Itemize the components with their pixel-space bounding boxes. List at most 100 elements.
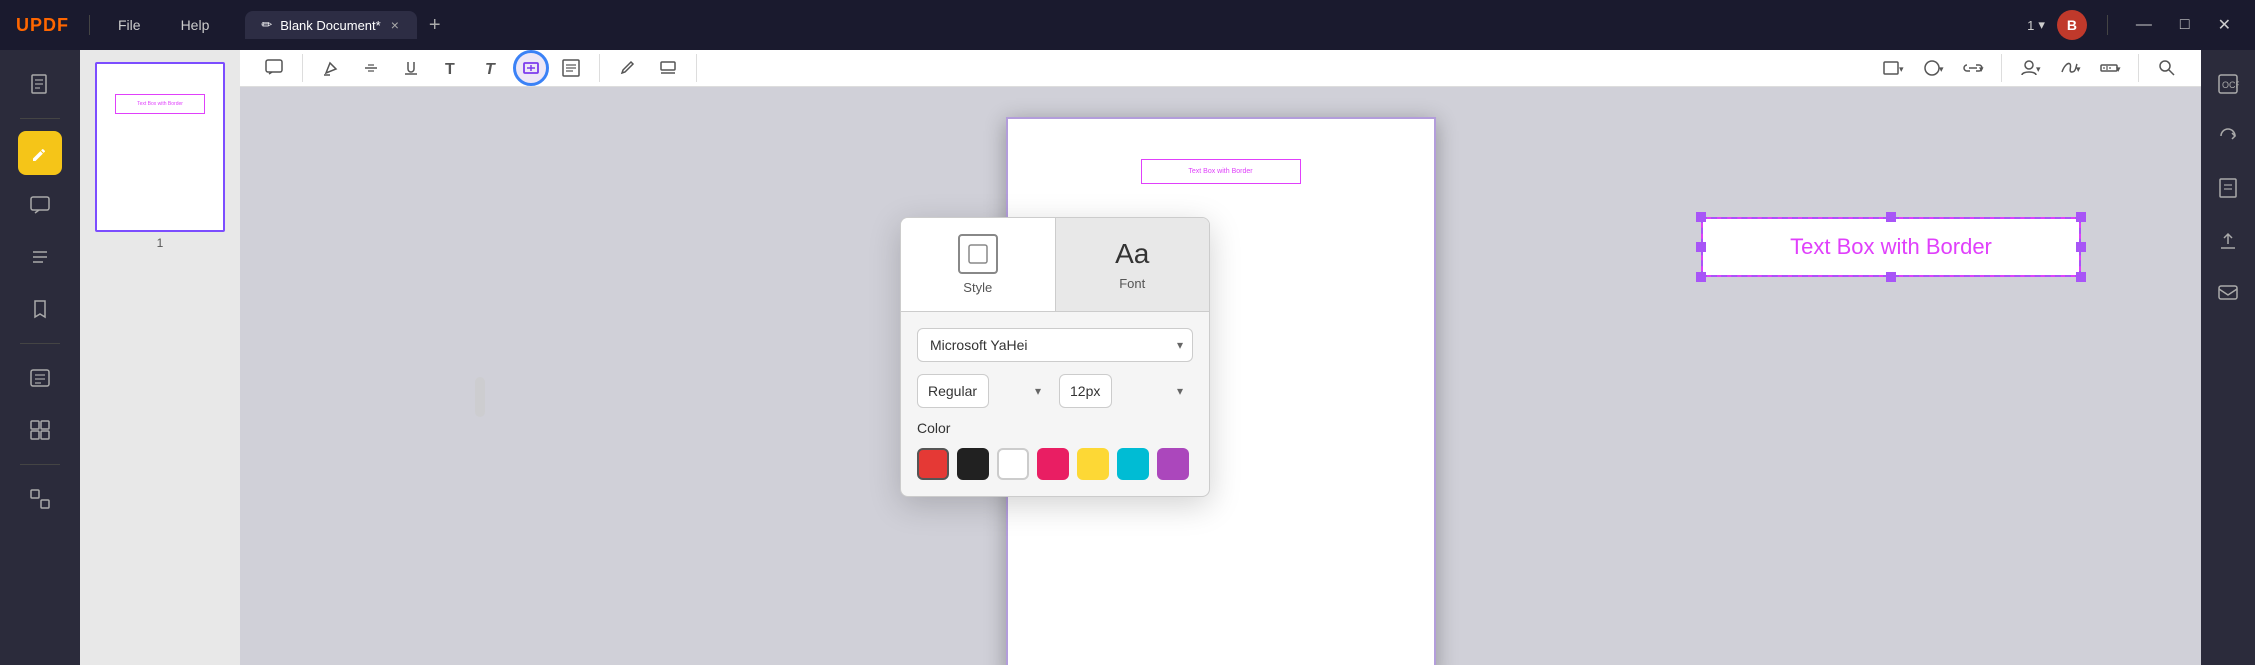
tool-ruler[interactable]: ▾	[2092, 50, 2128, 86]
right-sidebar-ocr[interactable]: OCR	[2206, 62, 2250, 106]
font-size-select[interactable]: 12px	[1059, 374, 1112, 408]
font-tab-aa: Aa	[1115, 238, 1149, 270]
sidebar-sep-3	[20, 464, 60, 465]
handle-bm[interactable]	[1886, 272, 1896, 282]
tool-rect[interactable]: ▾	[1875, 50, 1911, 86]
selected-textbox[interactable]: Text Box with Border	[1701, 217, 2081, 277]
title-bar-right: 1 ▾ B — □ ✕	[2027, 10, 2239, 40]
right-sidebar-convert[interactable]	[2206, 114, 2250, 158]
handle-br[interactable]	[2076, 272, 2086, 282]
style-icon	[958, 234, 998, 274]
textbox-content: Text Box with Border	[1790, 234, 1992, 260]
svg-text:▾: ▾	[2116, 64, 2121, 74]
tab-font[interactable]: Aa Font	[1056, 218, 1210, 311]
tab-blank-document[interactable]: ✏ Blank Document* ×	[245, 11, 417, 39]
swatch-cyan[interactable]	[1117, 448, 1149, 480]
tool-text[interactable]: T	[433, 50, 469, 86]
toolbar: T T	[240, 50, 2201, 87]
tab-close-button[interactable]: ×	[389, 17, 401, 33]
tool-stamp[interactable]	[650, 50, 686, 86]
color-label: Color	[917, 420, 1193, 436]
tool-highlight[interactable]	[313, 50, 349, 86]
tab-style[interactable]: Style	[901, 218, 1056, 311]
tool-color-wheel[interactable]: ▾	[1915, 50, 1951, 86]
minimize-button[interactable]: —	[2128, 14, 2160, 36]
font-family-select[interactable]: Microsoft YaHei	[917, 328, 1193, 362]
sidebar-item-edit[interactable]	[18, 131, 62, 175]
tool-signature[interactable]: ▾	[2052, 50, 2088, 86]
pdf-textbox-preview: Text Box with Border	[1141, 159, 1301, 184]
swatch-pink[interactable]	[1037, 448, 1069, 480]
swatch-red[interactable]	[917, 448, 949, 480]
thumb-page-number: 1	[157, 236, 164, 250]
svg-text:▾: ▾	[1899, 64, 1904, 74]
tool-strikethrough[interactable]	[353, 50, 389, 86]
user-avatar[interactable]: B	[2057, 10, 2087, 40]
thumbnail-container[interactable]: Text Box with Border 1	[95, 62, 225, 250]
right-sidebar-extract[interactable]	[2206, 166, 2250, 210]
font-style-select[interactable]: Regular	[917, 374, 989, 408]
tab-add-button[interactable]: +	[421, 14, 449, 37]
sidebar-item-comments[interactable]	[18, 183, 62, 227]
menu-help[interactable]: Help	[173, 13, 218, 37]
svg-text:▾: ▾	[2036, 64, 2041, 74]
font-panel-tabs: Style Aa Font	[901, 218, 1209, 312]
tool-text-indent[interactable]	[553, 50, 589, 86]
sidebar-item-organize[interactable]	[18, 408, 62, 452]
tool-pen[interactable]	[610, 50, 646, 86]
tool-link[interactable]: ▾	[1955, 50, 1991, 86]
sidebar-item-forms[interactable]	[18, 356, 62, 400]
maximize-button[interactable]: □	[2172, 14, 2198, 36]
menu-file[interactable]: File	[110, 13, 149, 37]
sidebar-sep-1	[20, 118, 60, 119]
sidebar-item-bookmarks[interactable]	[18, 287, 62, 331]
tool-comment[interactable]	[256, 50, 292, 86]
main-layout: Text Box with Border 1	[0, 50, 2255, 665]
toolbar-sep-3	[696, 54, 697, 82]
swatch-black[interactable]	[957, 448, 989, 480]
sidebar-item-outline[interactable]	[18, 235, 62, 279]
title-divider	[89, 15, 90, 35]
svg-text:▾: ▾	[1939, 64, 1944, 74]
sidebar-item-pages[interactable]	[18, 62, 62, 106]
thumb-text: Text Box with Border	[137, 101, 183, 107]
right-sidebar-upload[interactable]	[2206, 218, 2250, 262]
page-nav[interactable]: 1 ▾	[2027, 17, 2045, 33]
scrollbar-indicator	[475, 377, 485, 417]
font-panel: Style Aa Font Microsoft YaHei ▾	[900, 217, 1210, 497]
handle-bl[interactable]	[1696, 272, 1706, 282]
font-panel-body: Microsoft YaHei ▾ Regular ▾	[901, 312, 1209, 496]
tool-search[interactable]	[2149, 50, 2185, 86]
right-sidebar: OCR	[2201, 50, 2255, 665]
tool-user[interactable]: ▾	[2012, 50, 2048, 86]
tool-text-bold[interactable]: T	[473, 50, 509, 86]
thumb-text-box: Text Box with Border	[115, 94, 205, 114]
svg-text:T: T	[485, 61, 496, 78]
svg-text:▾: ▾	[2076, 64, 2081, 74]
handle-tl[interactable]	[1696, 212, 1706, 222]
avatar-divider	[2107, 15, 2108, 35]
handle-ml[interactable]	[1696, 242, 1706, 252]
right-sidebar-email[interactable]	[2206, 270, 2250, 314]
handle-tm[interactable]	[1886, 212, 1896, 222]
handle-mr[interactable]	[2076, 242, 2086, 252]
toolbar-sep-4	[2001, 54, 2002, 82]
tool-text-box[interactable]	[513, 50, 549, 86]
font-tab-label: Font	[1119, 276, 1145, 291]
title-bar: UPDF File Help ✏ Blank Document* × + 1 ▾…	[0, 0, 2255, 50]
swatch-yellow[interactable]	[1077, 448, 1109, 480]
page-nav-arrow: ▾	[2038, 17, 2045, 33]
swatch-purple[interactable]	[1157, 448, 1189, 480]
svg-text:OCR: OCR	[2222, 80, 2239, 90]
thumbnail-page[interactable]: Text Box with Border	[95, 62, 225, 232]
tab-title: Blank Document*	[280, 18, 380, 33]
pdf-canvas[interactable]: Text Box with Border	[240, 87, 2201, 665]
svg-text:T: T	[445, 61, 455, 78]
tool-underline[interactable]	[393, 50, 429, 86]
swatch-white[interactable]	[997, 448, 1029, 480]
toolbar-sep-2	[599, 54, 600, 82]
sidebar-item-more[interactable]	[18, 477, 62, 521]
close-button[interactable]: ✕	[2210, 13, 2239, 37]
thumbnail-panel: Text Box with Border 1	[80, 50, 240, 665]
handle-tr[interactable]	[2076, 212, 2086, 222]
